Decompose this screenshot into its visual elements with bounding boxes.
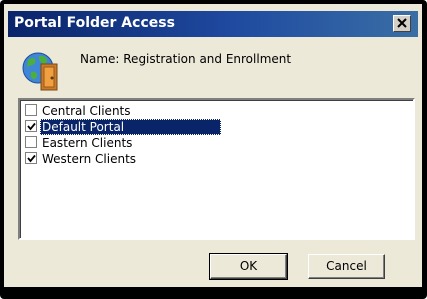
cancel-button[interactable]: Cancel [308, 254, 385, 279]
checkbox[interactable] [25, 120, 37, 132]
ok-button[interactable]: OK [209, 253, 288, 280]
folder-listbox[interactable]: Central Clients Default Portal Eastern C… [18, 98, 415, 240]
globe-door-icon [21, 50, 61, 92]
list-item-label: Western Clients [42, 152, 137, 166]
checkbox[interactable] [25, 152, 37, 164]
check-icon [27, 122, 36, 131]
close-button[interactable] [393, 15, 411, 32]
checkbox[interactable] [25, 104, 37, 116]
close-icon [397, 18, 407, 28]
title-bar[interactable]: Portal Folder Access [8, 11, 418, 37]
list-item-label: Eastern Clients [42, 136, 133, 150]
check-icon [27, 154, 36, 163]
list-item-label: Central Clients [42, 104, 131, 118]
checkbox[interactable] [25, 136, 37, 148]
list-item-label: Default Portal [40, 119, 221, 135]
window-title: Portal Folder Access [14, 15, 175, 31]
item-name: Name: Registration and Enrollment [80, 52, 292, 66]
